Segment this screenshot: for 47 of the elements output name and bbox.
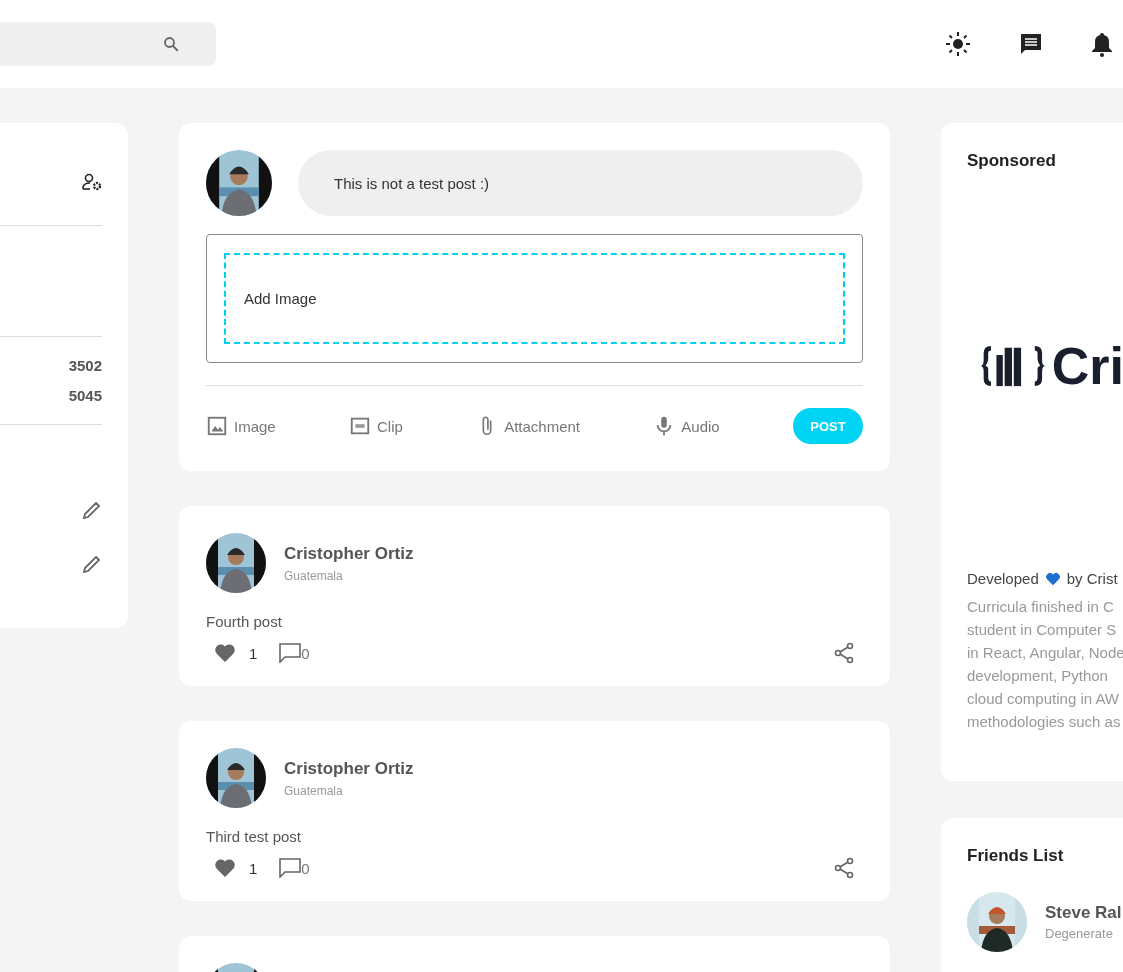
share-icon[interactable] bbox=[834, 642, 854, 664]
credit-text: by Crist bbox=[1066, 570, 1118, 587]
search-icon bbox=[162, 35, 180, 53]
comment-icon[interactable] bbox=[279, 643, 302, 663]
search-field[interactable] bbox=[0, 22, 216, 66]
gif-icon bbox=[349, 415, 371, 437]
comment-count: 0 bbox=[301, 859, 310, 877]
sun-icon[interactable] bbox=[945, 31, 971, 57]
pencil-icon[interactable] bbox=[82, 500, 102, 520]
description-line: student in Computer S bbox=[967, 620, 1117, 640]
message-icon[interactable] bbox=[1019, 32, 1043, 56]
description-line: development, Python bbox=[967, 666, 1108, 686]
logo-text: Cri bbox=[1051, 336, 1123, 396]
stat-value: 5045 bbox=[67, 387, 102, 404]
friend-name[interactable]: Steve Ral bbox=[1045, 903, 1122, 923]
attach-attachment-button[interactable]: Attachment bbox=[476, 415, 580, 437]
comment-count: 0 bbox=[301, 644, 310, 662]
comment-icon[interactable] bbox=[279, 858, 302, 878]
author-name[interactable]: Cristopher Ortiz bbox=[284, 543, 414, 564]
heart-icon bbox=[1044, 571, 1061, 586]
pencil-icon[interactable] bbox=[82, 554, 102, 574]
author-name[interactable]: Cristopher Ortiz bbox=[284, 758, 414, 779]
image-icon bbox=[206, 415, 228, 437]
description-line: methodologies such as bbox=[967, 712, 1121, 732]
description-line: Curricula finished in C bbox=[967, 597, 1114, 617]
user-settings-icon[interactable] bbox=[82, 173, 102, 191]
share-icon[interactable] bbox=[834, 857, 854, 879]
section-title: Friends List bbox=[967, 846, 1065, 866]
attach-image-button[interactable]: Image bbox=[206, 415, 276, 437]
heart-icon[interactable] bbox=[214, 643, 236, 663]
description-line: cloud computing in AW bbox=[967, 689, 1120, 709]
credit-text: Developed bbox=[967, 570, 1039, 587]
image-dropzone[interactable]: Add Image bbox=[224, 253, 845, 344]
bell-icon[interactable] bbox=[1091, 31, 1113, 57]
post-text: Fourth post bbox=[206, 613, 283, 630]
attach-audio-button[interactable]: Audio bbox=[653, 415, 720, 437]
author-location: Guatemala bbox=[284, 783, 344, 798]
like-count: 1 bbox=[249, 859, 258, 877]
attach-gif-button[interactable]: Clip bbox=[349, 415, 403, 437]
friend-status: Degenerate bbox=[1045, 926, 1114, 941]
like-count: 1 bbox=[249, 644, 258, 662]
post-text: Third test post bbox=[206, 828, 303, 845]
stat-value: 3502 bbox=[67, 357, 102, 374]
heart-icon[interactable] bbox=[214, 858, 236, 878]
post-input[interactable]: This is not a test post :) bbox=[298, 150, 863, 216]
author-location: Guatemala bbox=[284, 568, 344, 583]
section-title: Sponsored bbox=[967, 151, 1057, 171]
